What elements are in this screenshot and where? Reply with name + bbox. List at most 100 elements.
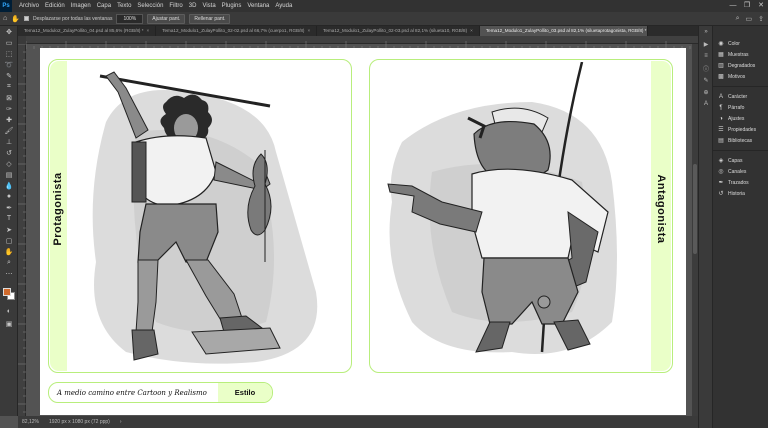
brush-tool-icon[interactable]: 🖌 bbox=[0, 125, 18, 136]
menu-filtro[interactable]: Filtro bbox=[166, 0, 185, 12]
ruler-origin[interactable] bbox=[18, 36, 26, 44]
workspace-icon[interactable]: ▭ bbox=[746, 15, 753, 23]
menu-3d[interactable]: 3D bbox=[186, 0, 200, 12]
protagonist-illustration bbox=[92, 71, 318, 364]
zoom-field[interactable]: 100% bbox=[116, 13, 144, 24]
pen-tool-icon[interactable]: ✒ bbox=[0, 202, 18, 213]
healing-brush-icon[interactable]: ✚ bbox=[0, 114, 18, 125]
dock-header bbox=[713, 26, 768, 38]
antagonist-label: Antagonista bbox=[655, 174, 667, 244]
antagonist-illustration bbox=[387, 62, 617, 354]
artboard-tool-icon[interactable]: ▭ bbox=[0, 37, 18, 48]
info-icon[interactable]: ⓘ bbox=[699, 62, 713, 74]
type-tool-icon[interactable]: T bbox=[0, 213, 18, 224]
close-tab-icon[interactable]: × bbox=[147, 28, 150, 33]
close-tab-icon[interactable]: × bbox=[307, 28, 310, 33]
panel-paragraph[interactable]: ¶ Párrafo bbox=[713, 102, 768, 113]
color-wheel-icon: ◉ bbox=[718, 41, 724, 47]
channels-icon: ◎ bbox=[718, 169, 724, 175]
search-icon[interactable]: ⌕ bbox=[736, 15, 740, 23]
document-tab[interactable]: Tema12_Modulo1_ZulayPollito_02-02.psd al… bbox=[156, 26, 318, 36]
menu-capa[interactable]: Capa bbox=[94, 0, 114, 12]
glyphs-icon[interactable]: A bbox=[699, 98, 713, 110]
eyedropper-icon[interactable]: ✑ bbox=[0, 103, 18, 114]
gradient-tool-icon[interactable]: ▤ bbox=[0, 169, 18, 180]
expand-panels-icon[interactable]: » bbox=[699, 26, 713, 38]
zoom-tool-icon[interactable]: ⌕ bbox=[0, 257, 18, 268]
panel-libraries[interactable]: ▤ Bibliotecas bbox=[713, 135, 768, 146]
close-tab-icon[interactable]: × bbox=[470, 28, 473, 33]
marquee-tool-icon[interactable]: ⬚ bbox=[0, 48, 18, 59]
panel-layers[interactable]: ◈ Capas bbox=[713, 155, 768, 166]
lasso-tool-icon[interactable]: ➰ bbox=[0, 59, 18, 70]
protagonist-label: Protagonista bbox=[52, 172, 64, 246]
stamp-tool-icon[interactable]: ⊥ bbox=[0, 136, 18, 147]
menu-edicion[interactable]: Edición bbox=[42, 0, 68, 12]
ruler-ticks bbox=[18, 43, 26, 413]
panel-paths[interactable]: ✒ Trazados bbox=[713, 177, 768, 188]
panel-history[interactable]: ↺ Historia bbox=[713, 188, 768, 199]
panel-color[interactable]: ◉ Color bbox=[713, 38, 768, 49]
path-selection-icon[interactable]: ➤ bbox=[0, 224, 18, 235]
options-bar: ⌂ ✋ Desplazarse por todas las ventanas 1… bbox=[0, 12, 768, 26]
pattern-icon: ▩ bbox=[718, 74, 724, 80]
paragraph-icon: ¶ bbox=[719, 104, 723, 111]
fit-screen-button[interactable]: Ajustar pant. bbox=[147, 13, 186, 24]
vertical-ruler[interactable] bbox=[18, 43, 26, 416]
share-icon[interactable]: ⇪ bbox=[758, 15, 764, 23]
home-icon[interactable]: ⌂ bbox=[3, 15, 7, 22]
screen-mode-icon[interactable]: ▣ bbox=[0, 318, 18, 329]
scroll-all-checkbox[interactable] bbox=[23, 16, 29, 21]
panel-adjustments[interactable]: ◑ Ajustes bbox=[713, 113, 768, 124]
panel-gradients[interactable]: ▥ Degradados bbox=[713, 60, 768, 71]
swatches-grid-icon: ▦ bbox=[718, 52, 724, 58]
document-tab[interactable]: Tema12_Modulo2_ZulayPollito_04.psd al 85… bbox=[18, 26, 157, 36]
panel-properties[interactable]: ☰ Propiedades bbox=[713, 124, 768, 135]
panel-swatches[interactable]: ▦ Muestras bbox=[713, 49, 768, 60]
hand-tool-icon[interactable]: ✋ bbox=[0, 246, 18, 257]
clone-source-icon[interactable]: ⊕ bbox=[699, 86, 713, 98]
panel-character[interactable]: A Carácter bbox=[713, 91, 768, 102]
frame-tool-icon[interactable]: ⊠ bbox=[0, 92, 18, 103]
menu-imagen[interactable]: Imagen bbox=[68, 0, 94, 12]
panel-patterns[interactable]: ▩ Motivos bbox=[713, 71, 768, 82]
quick-mask-icon[interactable]: ◐ bbox=[0, 306, 18, 317]
document-tab[interactable]: Tema12_Modulo1_ZulayPollito_02-03.psd al… bbox=[317, 26, 480, 36]
collapsed-panel-strip: » ▶ ≡ ⓘ ✎ ⊕ A bbox=[698, 26, 712, 428]
foreground-color-swatch[interactable] bbox=[3, 288, 11, 296]
character-icon: A bbox=[718, 93, 723, 100]
zoom-level[interactable]: 82,12% bbox=[22, 419, 39, 425]
panel-channels[interactable]: ◎ Canales bbox=[713, 166, 768, 177]
hand-tool-icon[interactable]: ✋ bbox=[11, 15, 20, 23]
quick-selection-icon[interactable]: ✎ bbox=[0, 70, 18, 81]
play-actions-icon[interactable]: ▶ bbox=[699, 38, 713, 50]
scrollbar-thumb[interactable] bbox=[693, 164, 697, 254]
move-tool-icon[interactable]: ✥ bbox=[0, 26, 18, 37]
menu-plugins[interactable]: Plugins bbox=[219, 0, 245, 12]
minimize-icon[interactable]: — bbox=[726, 0, 740, 12]
menu-texto[interactable]: Texto bbox=[114, 0, 134, 12]
menu-ayuda[interactable]: Ayuda bbox=[272, 0, 295, 12]
crop-tool-icon[interactable]: ⌗ bbox=[0, 81, 18, 92]
menu-seleccion[interactable]: Selección bbox=[134, 0, 166, 12]
menu-archivo[interactable]: Archivo bbox=[16, 0, 42, 12]
eraser-icon[interactable]: ◇ bbox=[0, 158, 18, 169]
history-brush-icon[interactable]: ↺ bbox=[0, 147, 18, 158]
properties-toggle-icon[interactable]: ≡ bbox=[699, 50, 713, 62]
menu-vista[interactable]: Vista bbox=[199, 0, 218, 12]
document-tab-active[interactable]: Tema12_Modulo1_ZulayPollito_03.psd al 82… bbox=[479, 26, 648, 36]
libraries-icon: ▤ bbox=[718, 138, 724, 144]
rectangle-tool-icon[interactable]: ▢ bbox=[0, 235, 18, 246]
fill-screen-button[interactable]: Rellenar pant. bbox=[189, 13, 231, 24]
restore-icon[interactable]: ❐ bbox=[740, 0, 754, 12]
panel-dock: ◉ Color ▦ Muestras ▥ Degradados ▩ Motivos AC… bbox=[712, 26, 768, 428]
photoshop-logo[interactable]: Ps bbox=[0, 0, 12, 12]
horizontal-ruler[interactable] bbox=[25, 36, 698, 49]
close-icon[interactable]: ✕ bbox=[754, 0, 768, 12]
blur-tool-icon[interactable]: 💧 bbox=[0, 180, 18, 191]
more-tools-icon[interactable]: ⋯ bbox=[0, 268, 18, 279]
menu-ventana[interactable]: Ventana bbox=[244, 0, 272, 12]
dodge-tool-icon[interactable]: ● bbox=[0, 191, 18, 202]
brush-settings-icon[interactable]: ✎ bbox=[699, 74, 713, 86]
status-arrow-icon[interactable]: › bbox=[120, 419, 122, 425]
